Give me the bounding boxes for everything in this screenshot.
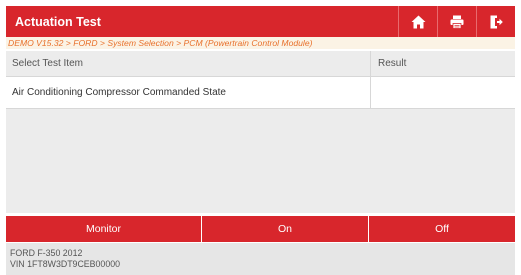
column-header-test-item: Select Test Item	[6, 51, 371, 76]
on-button[interactable]: On	[202, 216, 369, 242]
print-icon	[450, 15, 464, 29]
action-bar: Monitor On Off	[6, 216, 515, 242]
column-header-result: Result	[378, 58, 407, 69]
app-window: Actuation Test DEMO V15.32 > FORD > Syst…	[0, 0, 521, 275]
home-button[interactable]	[398, 6, 437, 37]
exit-icon	[490, 15, 503, 28]
test-item-cell: Air Conditioning Compressor Commanded St…	[6, 77, 371, 108]
title-bar: Actuation Test	[6, 6, 515, 37]
off-button[interactable]: Off	[369, 216, 515, 242]
table-header: Select Test Item Result	[6, 51, 515, 77]
table-row[interactable]: Air Conditioning Compressor Commanded St…	[6, 77, 515, 109]
vehicle-vin: VIN 1FT8W3DT9CEB00000	[10, 259, 121, 269]
vehicle-model: FORD F-350 2012	[10, 248, 83, 258]
print-button[interactable]	[437, 6, 476, 37]
result-cell	[371, 77, 515, 108]
exit-button[interactable]	[476, 6, 515, 37]
monitor-button[interactable]: Monitor	[6, 216, 202, 242]
page-title: Actuation Test	[15, 14, 101, 29]
home-icon	[411, 15, 425, 28]
test-items-table: Select Test Item Result Air Conditioning…	[6, 51, 515, 213]
vehicle-info-footer: FORD F-350 2012 VIN 1FT8W3DT9CEB00000	[6, 243, 515, 275]
breadcrumb: DEMO V15.32 > FORD > System Selection > …	[6, 37, 515, 49]
